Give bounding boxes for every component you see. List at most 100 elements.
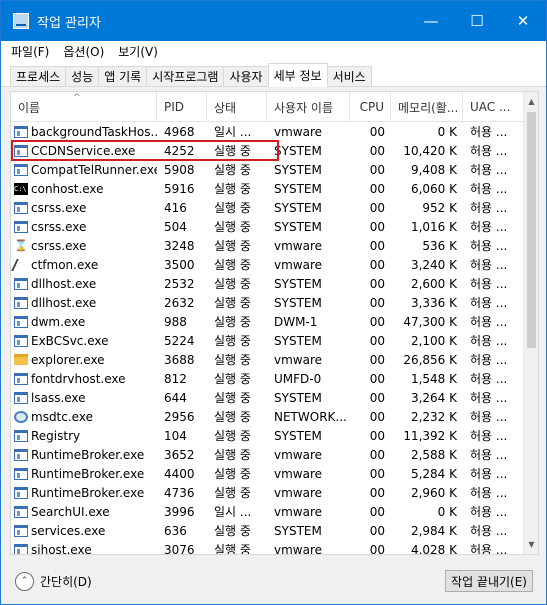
process-cpu: 00	[369, 181, 385, 196]
table-row[interactable]: ⌛ csrss.exe 3248 실행 중 vmware 00 536 K 허용 ...	[11, 236, 525, 255]
table-row[interactable]: CompatTelRunner.exe 5908 실행 중 SYSTEM 00 9,408…	[11, 160, 525, 179]
column-header-uac[interactable]: UAC ...	[463, 92, 525, 122]
chevron-up-icon[interactable]: ⌃	[15, 571, 34, 591]
table-row[interactable]: C:\ conhost.exe 5916 실행 중 SYSTEM 00 6,060 K 허용 …	[11, 179, 525, 198]
table-row[interactable]: csrss.exe 504 실행 중 SYSTEM 00 1,016 K 허용 ...	[11, 217, 525, 236]
process-memory: 3,336 K	[410, 295, 457, 310]
tab-processes[interactable]: 프로세스	[10, 66, 67, 86]
tab-app-history[interactable]: 앱 기록	[98, 66, 148, 86]
window-controls: — ☐ ✕	[408, 1, 546, 41]
process-name-cell: dwm.exe	[11, 312, 157, 331]
menu-view[interactable]: 보기(V)	[118, 43, 158, 60]
column-header-pid[interactable]: PID	[157, 92, 207, 122]
column-header-name[interactable]: ^ 이름	[11, 92, 157, 122]
column-header-memory[interactable]: 메모리(활...	[391, 92, 463, 122]
column-header-user[interactable]: 사용자 이름	[267, 92, 350, 122]
tab-services[interactable]: 서비스	[326, 66, 372, 86]
process-pid: 416	[164, 200, 187, 215]
table-row[interactable]: ctfmon.exe 3500 실행 중 vmware 00 3,240 K 허용 ...	[11, 255, 525, 274]
process-name: RuntimeBroker.exe	[31, 447, 145, 462]
process-user: vmware	[274, 238, 323, 253]
process-name-cell: msdtc.exe	[11, 407, 157, 426]
table-row[interactable]: fontdrvhost.exe 812 실행 중 UMFD-0 00 1,548 K 허용 …	[11, 369, 525, 388]
table-row[interactable]: backgroundTaskHos... 4968 일시 ... vmware 00 0 …	[11, 122, 525, 141]
process-pid: 504	[164, 219, 187, 234]
process-status: 실행 중	[214, 448, 251, 462]
process-user: SYSTEM	[274, 143, 322, 158]
process-memory: 47,300 K	[403, 314, 457, 329]
table-row[interactable]: services.exe 636 실행 중 SYSTEM 00 2,984 K 허용 ...	[11, 521, 525, 540]
table-row[interactable]: dwm.exe 988 실행 중 DWM-1 00 47,300 K 허용 ...	[11, 312, 525, 331]
title-bar[interactable]: 작업 관리자 — ☐ ✕	[1, 1, 546, 41]
process-status: 일시 ...	[214, 125, 252, 139]
table-row[interactable]: ExBCSvc.exe 5224 실행 중 SYSTEM 00 2,100 K 허용 ...	[11, 331, 525, 350]
tab-details[interactable]: 세부 정보	[267, 63, 328, 87]
tab-users[interactable]: 사용자	[223, 66, 269, 86]
process-name-cell: explorer.exe	[11, 350, 157, 369]
maximize-button[interactable]: ☐	[454, 1, 500, 41]
process-name-cell: sihost.exe	[11, 540, 157, 554]
process-memory: 2,984 K	[410, 523, 457, 538]
vertical-scrollbar[interactable]: ▲ ▼	[523, 92, 538, 554]
column-header-status[interactable]: 상태	[207, 92, 267, 122]
process-name: RuntimeBroker.exe	[31, 466, 145, 481]
table-row[interactable]: dllhost.exe 2632 실행 중 SYSTEM 00 3,336 K 허용 ...	[11, 293, 525, 312]
minimize-button[interactable]: —	[408, 1, 454, 41]
process-cpu: 00	[369, 124, 385, 139]
table-row[interactable]: explorer.exe 3688 실행 중 vmware 00 26,856 K 허용 .…	[11, 350, 525, 369]
process-cpu: 00	[369, 143, 385, 158]
process-cpu: 00	[369, 447, 385, 462]
close-button[interactable]: ✕	[500, 1, 546, 41]
details-panel: ^ 이름 PID 상태 사용자 이름 CPU 메모리(활... UAC ... …	[10, 91, 539, 555]
process-cpu: 00	[369, 238, 385, 253]
column-header-cpu[interactable]: CPU	[350, 92, 391, 122]
process-name: ctfmon.exe	[31, 257, 99, 272]
busy-cursor-icon: ⌛	[14, 238, 28, 252]
process-memory: 11,392 K	[403, 428, 457, 443]
table-row[interactable]: RuntimeBroker.exe 4736 실행 중 vmware 00 2,960 K…	[11, 483, 525, 502]
process-uac: 허용 ...	[470, 524, 508, 538]
tab-startup[interactable]: 시작프로그램	[146, 66, 225, 86]
scroll-down-icon[interactable]: ▼	[524, 536, 538, 553]
menu-options[interactable]: 옵션(O)	[63, 43, 104, 60]
scroll-thumb[interactable]	[527, 112, 536, 348]
table-row[interactable]: SearchUI.exe 3996 일시 ... vmware 00 0 K 허용 ...	[11, 502, 525, 521]
end-task-button[interactable]: 작업 끝내기(E)	[445, 570, 533, 592]
process-uac: 허용 ...	[470, 505, 508, 519]
tab-performance[interactable]: 성능	[65, 66, 100, 86]
process-name-cell: ctfmon.exe	[11, 255, 157, 274]
process-pid: 104	[164, 428, 187, 443]
process-status: 실행 중	[214, 410, 251, 424]
process-name-cell: C:\ conhost.exe	[11, 179, 157, 198]
process-uac: 허용 ...	[470, 239, 508, 253]
process-uac: 허용 ...	[470, 372, 508, 386]
process-memory: 2,100 K	[410, 333, 457, 348]
menu-file[interactable]: 파일(F)	[11, 43, 49, 60]
table-row[interactable]: lsass.exe 644 실행 중 SYSTEM 00 3,264 K 허용 ...	[11, 388, 525, 407]
table-row[interactable]: csrss.exe 416 실행 중 SYSTEM 00 952 K 허용 ...	[11, 198, 525, 217]
app-icon	[14, 543, 28, 554]
app-icon	[14, 448, 28, 461]
process-uac: 허용 ...	[470, 258, 508, 272]
table-row[interactable]: RuntimeBroker.exe 4400 실행 중 vmware 00 5,284 K…	[11, 464, 525, 483]
app-icon	[14, 524, 28, 537]
table-row[interactable]: dllhost.exe 2532 실행 중 SYSTEM 00 2,600 K 허용 ...	[11, 274, 525, 293]
process-status: 실행 중	[214, 372, 251, 386]
table-row[interactable]: msdtc.exe 2956 실행 중 NETWORK... 00 2,232 K 허용 .…	[11, 407, 525, 426]
process-user: SYSTEM	[274, 428, 322, 443]
table-row[interactable]: sihost.exe 3076 실행 중 vmware 00 4,028 K 허용 ...	[11, 540, 525, 555]
table-row[interactable]: RuntimeBroker.exe 3652 실행 중 vmware 00 2,588 K…	[11, 445, 525, 464]
app-icon	[14, 201, 28, 214]
process-name: Registry	[31, 428, 81, 443]
scroll-up-icon[interactable]: ▲	[524, 93, 538, 110]
fewer-details-label[interactable]: 간단히(D)	[40, 573, 92, 590]
table-row[interactable]: Registry 104 실행 중 SYSTEM 00 11,392 K 허용 ...	[11, 426, 525, 445]
process-user: SYSTEM	[274, 333, 322, 348]
tab-strip: 프로세스 성능 앱 기록 시작프로그램 사용자 세부 정보 서비스	[1, 61, 546, 87]
process-pid: 2956	[164, 409, 195, 424]
process-pid: 5224	[164, 333, 195, 348]
fewer-details-toggle[interactable]: ⌃ 간단히(D)	[15, 571, 92, 591]
process-pid: 3500	[164, 257, 195, 272]
process-status: 실행 중	[214, 353, 251, 367]
process-uac: 허용 ...	[470, 543, 508, 555]
